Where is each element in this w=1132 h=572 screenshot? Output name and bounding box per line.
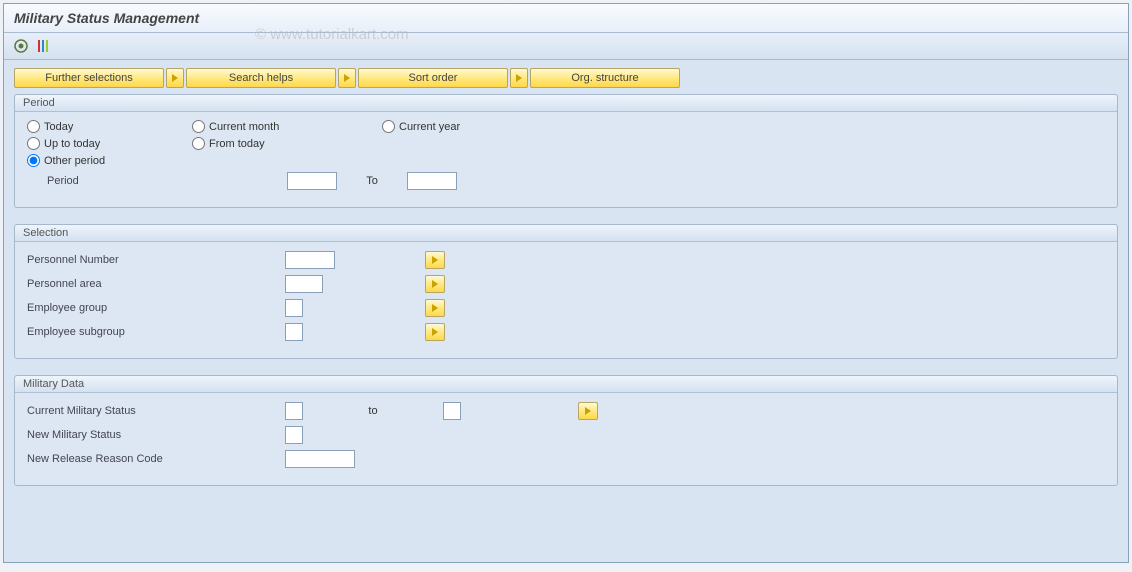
variant-icon[interactable]	[34, 37, 52, 55]
personnel-area-input[interactable]	[285, 275, 323, 293]
military-legend: Military Data	[15, 376, 1117, 393]
sort-order-button[interactable]: Sort order	[358, 68, 508, 88]
app-toolbar	[4, 33, 1128, 60]
radio-other-period[interactable]: Other period	[27, 154, 192, 167]
multi-select-button[interactable]	[578, 402, 598, 420]
multi-select-button[interactable]	[425, 323, 445, 341]
period-label: Period	[27, 175, 287, 187]
multi-select-button[interactable]	[425, 275, 445, 293]
employee-group-label: Employee group	[27, 302, 285, 314]
radio-today[interactable]: Today	[27, 120, 192, 133]
arrow-icon[interactable]	[166, 68, 184, 88]
multi-select-button[interactable]	[425, 299, 445, 317]
org-structure-button[interactable]: Org. structure	[530, 68, 680, 88]
search-helps-button[interactable]: Search helps	[186, 68, 336, 88]
current-military-status-to-input[interactable]	[443, 402, 461, 420]
radio-label: Other period	[44, 155, 105, 167]
radio-label: Current month	[209, 121, 279, 133]
radio-label: Current year	[399, 121, 460, 133]
employee-subgroup-label: Employee subgroup	[27, 326, 285, 338]
button-row: Further selections Search helps Sort ord…	[14, 68, 1118, 88]
to-label: to	[303, 405, 443, 417]
selection-legend: Selection	[15, 225, 1117, 242]
further-selections-button[interactable]: Further selections	[14, 68, 164, 88]
multi-select-button[interactable]	[425, 251, 445, 269]
radio-label: From today	[209, 138, 265, 150]
selection-group: Selection Personnel Number Personnel are…	[14, 224, 1118, 359]
new-military-status-input[interactable]	[285, 426, 303, 444]
new-military-status-label: New Military Status	[27, 429, 285, 441]
employee-subgroup-input[interactable]	[285, 323, 303, 341]
radio-label: Today	[44, 121, 73, 133]
period-from-input[interactable]	[287, 172, 337, 190]
execute-icon[interactable]	[12, 37, 30, 55]
personnel-number-input[interactable]	[285, 251, 335, 269]
period-to-input[interactable]	[407, 172, 457, 190]
arrow-icon[interactable]	[510, 68, 528, 88]
new-release-reason-label: New Release Reason Code	[27, 453, 285, 465]
new-release-reason-input[interactable]	[285, 450, 355, 468]
to-label: To	[337, 175, 407, 187]
arrow-icon[interactable]	[338, 68, 356, 88]
period-group: Period Today Current month Current year …	[14, 94, 1118, 208]
personnel-number-label: Personnel Number	[27, 254, 285, 266]
period-legend: Period	[15, 95, 1117, 112]
current-military-status-label: Current Military Status	[27, 405, 285, 417]
military-data-group: Military Data Current Military Status to…	[14, 375, 1118, 486]
radio-current-month[interactable]: Current month	[192, 120, 382, 133]
current-military-status-from-input[interactable]	[285, 402, 303, 420]
employee-group-input[interactable]	[285, 299, 303, 317]
personnel-area-label: Personnel area	[27, 278, 285, 290]
radio-current-year[interactable]: Current year	[382, 120, 562, 133]
radio-label: Up to today	[44, 138, 100, 150]
radio-up-to-today[interactable]: Up to today	[27, 137, 192, 150]
page-title: Military Status Management	[4, 4, 1128, 33]
radio-from-today[interactable]: From today	[192, 137, 382, 150]
